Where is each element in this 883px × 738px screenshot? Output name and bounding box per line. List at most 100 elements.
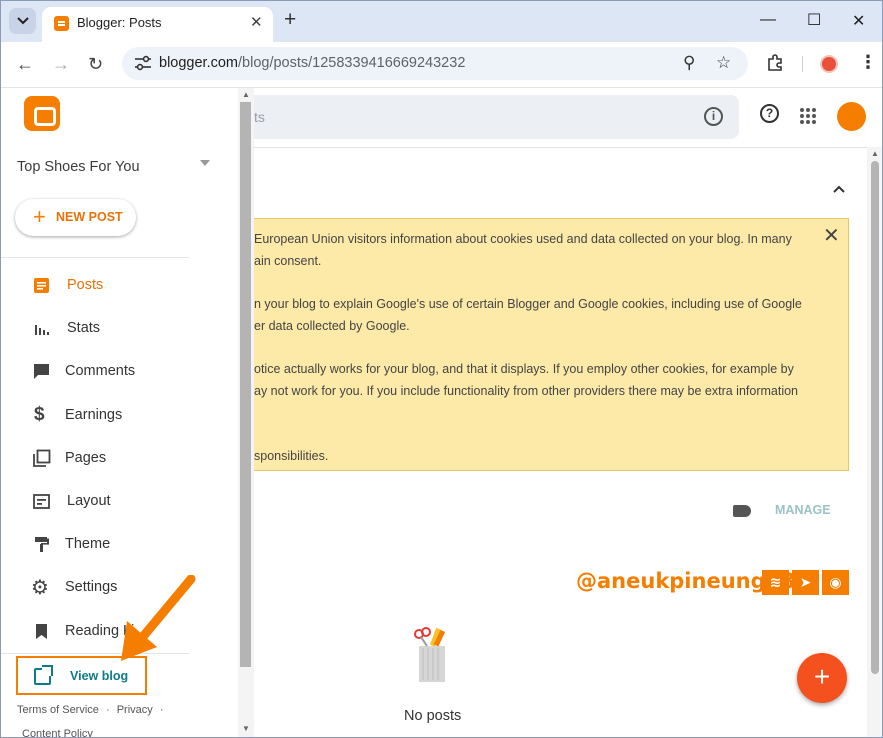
footer-separator: · [159, 704, 164, 716]
scroll-up-icon[interactable]: ▲ [871, 149, 879, 158]
annotation-arrow-icon [121, 575, 196, 661]
forward-icon[interactable]: → [52, 54, 70, 75]
search-bar[interactable]: ts i [254, 95, 739, 139]
notice-line: er data collected by Google. [254, 319, 410, 333]
plus-icon: + [33, 204, 46, 229]
notice-line: ain consent. [254, 254, 322, 268]
back-icon[interactable]: ← [16, 54, 34, 75]
sidebar-item-pages[interactable]: Pages [1, 438, 238, 480]
blogger-logo[interactable] [24, 96, 60, 131]
sidebar-scrollbar[interactable]: ▲ ▼ [238, 88, 254, 737]
label-icon[interactable] [733, 505, 751, 517]
sidebar-item-comments[interactable]: Comments [1, 351, 238, 393]
close-notice-icon[interactable]: ✕ [823, 223, 840, 248]
stats-icon [35, 325, 49, 335]
blog-name[interactable]: Top Shoes For You [17, 159, 140, 175]
site-info-icon[interactable] [134, 55, 152, 71]
theme-icon [35, 537, 49, 552]
sidebar-item-label: Layout [67, 493, 111, 509]
tab-blogger-posts[interactable]: Blogger: Posts ✕ [42, 7, 273, 42]
footer-links: Terms of Service · Privacy · [17, 704, 164, 716]
comments-icon [34, 364, 49, 379]
footer-separator: · [105, 704, 110, 716]
tab-list-icon [16, 17, 29, 25]
help-icon[interactable]: ? [760, 104, 779, 123]
header-divider [254, 147, 867, 148]
cookie-notice: European Union visitors information abou… [254, 218, 849, 471]
telegram-icon: ➤ [792, 570, 819, 595]
dollar-icon: $ [34, 404, 45, 425]
scrollbar-thumb[interactable] [240, 102, 251, 667]
notice-line: European Union visitors information abou… [254, 232, 792, 246]
browser-window: Blogger: Posts ✕ + — ☐ ✕ ← → ↻ blogger.c… [0, 0, 883, 738]
extensions-icon[interactable] [766, 54, 784, 72]
menu-icon[interactable]: ⋮ [859, 52, 877, 73]
scroll-up-icon[interactable]: ▲ [242, 90, 250, 99]
new-tab-icon[interactable]: + [284, 8, 296, 32]
sidebar-item-stats[interactable]: Stats [1, 308, 238, 350]
blogger-favicon-icon [54, 16, 69, 31]
zoom-icon[interactable]: ⚲ [683, 53, 695, 73]
notice-line: sponsibilities. [254, 449, 329, 463]
close-icon[interactable]: ✕ [250, 13, 263, 31]
sidebar-item-posts[interactable]: Posts [1, 265, 238, 307]
sidebar-item-label: Comments [65, 363, 136, 379]
profile-icon[interactable] [820, 55, 838, 73]
new-post-button[interactable]: + NEW POST [15, 199, 136, 236]
browser-toolbar: ← → ↻ blogger.com/blog/posts/12583394166… [1, 42, 882, 88]
tab-list-button[interactable] [9, 8, 36, 34]
privacy-link[interactable]: Privacy [117, 704, 153, 716]
scroll-down-icon[interactable]: ▼ [242, 724, 250, 733]
main-scrollbar[interactable]: ▲ [867, 147, 882, 737]
sidebar: Top Shoes For You + NEW POST Posts Stats… [1, 88, 238, 737]
bookmark-icon [36, 624, 47, 639]
scrollbar-thumb[interactable] [871, 161, 879, 674]
pages-icon [33, 449, 51, 467]
toolbar-divider [802, 56, 803, 72]
apps-grid-icon[interactable] [800, 108, 816, 124]
maximize-icon[interactable]: ☐ [807, 10, 821, 30]
steemit-icon: ≋ [762, 570, 789, 595]
discord-icon: ◉ [822, 570, 849, 595]
sidebar-item-earnings[interactable]: $ Earnings [1, 395, 238, 437]
new-post-label: NEW POST [56, 210, 123, 224]
sidebar-item-label: Stats [67, 320, 101, 336]
posts-icon [34, 278, 49, 293]
manage-button[interactable]: MANAGE [775, 503, 831, 517]
url-path: /blog/posts/1258339416669243232 [238, 55, 466, 71]
url-domain: blogger.com [159, 55, 238, 71]
reload-icon[interactable]: ↻ [88, 54, 103, 75]
gear-icon: ⚙ [31, 577, 49, 599]
minimize-icon[interactable]: — [760, 11, 776, 29]
no-posts-text: No posts [404, 708, 462, 724]
sidebar-item-layout[interactable]: Layout [1, 481, 238, 523]
divider [1, 257, 189, 258]
sidebar-item-label: Settings [65, 579, 118, 595]
tab-title: Blogger: Posts [77, 15, 162, 30]
url-text: blogger.com/blog/posts/12583394166692432… [159, 55, 465, 71]
open-external-icon [34, 665, 53, 685]
floating-new-post-button[interactable]: + [797, 653, 847, 703]
chevron-up-icon[interactable] [832, 184, 846, 194]
sidebar-item-label: Earnings [65, 407, 123, 423]
content-policy-link[interactable]: Content Policy [22, 728, 93, 737]
main-content: ts i ? European Union visitors informati… [254, 88, 867, 737]
layout-icon [33, 494, 50, 509]
sidebar-item-label: Theme [65, 536, 111, 552]
bookmark-star-icon[interactable]: ☆ [716, 53, 731, 73]
tab-strip: Blogger: Posts ✕ + — ☐ ✕ [1, 1, 882, 42]
sidebar-item-label: Pages [65, 450, 107, 466]
notice-line: ay not work for you. If you include func… [254, 384, 799, 398]
notice-line: n your blog to explain Google's use of c… [254, 297, 802, 311]
terms-link[interactable]: Terms of Service [17, 704, 99, 716]
sidebar-item-theme[interactable]: Theme [1, 524, 238, 566]
chevron-down-icon[interactable] [200, 160, 210, 166]
sidebar-item-label: Posts [67, 277, 104, 293]
address-bar[interactable]: blogger.com/blog/posts/12583394166692432… [122, 47, 748, 80]
info-icon[interactable]: i [704, 107, 723, 126]
view-blog-label: View blog [70, 669, 129, 683]
pencil-cup-icon [414, 627, 446, 682]
search-placeholder: ts [254, 109, 265, 125]
account-avatar[interactable] [837, 102, 866, 131]
window-close-icon[interactable]: ✕ [852, 11, 865, 31]
